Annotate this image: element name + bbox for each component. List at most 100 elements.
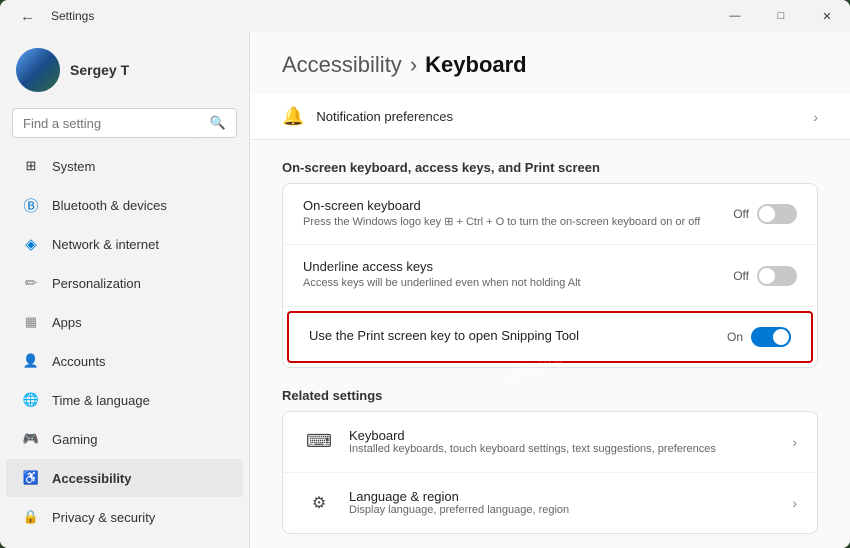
underline-access-label: Underline access keys (303, 259, 717, 274)
keyboard-related-desc: Installed keyboards, touch keyboard sett… (349, 443, 778, 455)
sidebar-item-bluetooth[interactable]: Ⓑ Bluetooth & devices (6, 186, 243, 224)
onscreen-section-title: On-screen keyboard, access keys, and Pri… (282, 156, 818, 175)
keyboard-related-icon: ⌨ (303, 426, 335, 458)
onscreen-keyboard-status: Off (733, 207, 749, 221)
breadcrumb-current: Keyboard (425, 52, 526, 78)
underline-access-control: Off (733, 266, 797, 286)
sidebar-item-gaming[interactable]: 🎮 Gaming (6, 420, 243, 458)
close-button[interactable]: ✕ (804, 0, 850, 32)
avatar-image (16, 48, 60, 92)
notification-label: Notification preferences (316, 109, 801, 124)
onscreen-keyboard-desc: Press the Windows logo key ⊞ + Ctrl + O … (303, 215, 717, 230)
underline-access-row: Underline access keys Access keys will b… (283, 245, 817, 306)
search-input[interactable] (23, 116, 202, 131)
sidebar-item-apps-label: Apps (52, 315, 82, 330)
print-screen-status: On (727, 330, 743, 344)
content-area: Sergey T 🔍 ⊞ System Ⓑ Bluetooth & device… (0, 32, 850, 548)
sidebar-item-windows-update[interactable]: 🔄 Windows Update (6, 537, 243, 548)
personalization-icon: ✏ (22, 274, 40, 292)
sidebar-item-bluetooth-label: Bluetooth & devices (52, 198, 167, 213)
language-region-related-desc: Display language, preferred language, re… (349, 504, 778, 516)
print-screen-toggle-thumb (773, 329, 789, 345)
sidebar-item-network-label: Network & internet (52, 237, 159, 252)
onscreen-keyboard-toggle-thumb (759, 206, 775, 222)
onscreen-keyboard-row: On-screen keyboard Press the Windows log… (283, 184, 817, 245)
breadcrumb: Accessibility › Keyboard (282, 52, 818, 78)
print-screen-control: On (727, 327, 791, 347)
underline-access-desc: Access keys will be underlined even when… (303, 276, 717, 291)
titlebar-title: Settings (51, 9, 94, 23)
underline-access-text: Underline access keys Access keys will b… (303, 259, 717, 291)
titlebar-left: ← Settings (12, 4, 94, 29)
onscreen-keyboard-toggle[interactable] (757, 204, 797, 224)
sidebar-item-personalization-label: Personalization (52, 276, 141, 291)
notification-chevron-icon: › (813, 109, 818, 125)
sidebar-item-accessibility[interactable]: ♿ Accessibility (6, 459, 243, 497)
sidebar-item-privacy-label: Privacy & security (52, 510, 155, 525)
sidebar-item-privacy[interactable]: 🔒 Privacy & security (6, 498, 243, 536)
sidebar-item-system[interactable]: ⊞ System (6, 147, 243, 185)
notification-preferences-row[interactable]: 🔔 Notification preferences › (250, 94, 850, 140)
print-screen-label: Use the Print screen key to open Snippin… (309, 328, 711, 343)
keyboard-related-label: Keyboard (349, 428, 778, 443)
sidebar: Sergey T 🔍 ⊞ System Ⓑ Bluetooth & device… (0, 32, 250, 548)
search-icon: 🔍 (210, 115, 226, 131)
main-content: Accessibility › Keyboard 🔔 Notification … (250, 32, 850, 548)
titlebar: ← Settings — □ ✕ (0, 0, 850, 32)
privacy-icon: 🔒 (22, 508, 40, 526)
back-button[interactable]: ← (12, 4, 43, 29)
maximize-button[interactable]: □ (758, 0, 804, 32)
apps-icon: ▦ (22, 313, 40, 331)
avatar (16, 48, 60, 92)
user-section: Sergey T (0, 32, 249, 104)
onscreen-keyboard-label: On-screen keyboard (303, 198, 717, 213)
breadcrumb-separator: › (410, 52, 417, 78)
print-screen-text: Use the Print screen key to open Snippin… (309, 328, 711, 345)
print-screen-row: Use the Print screen key to open Snippin… (287, 311, 813, 363)
language-region-related-row[interactable]: ⚙ Language & region Display language, pr… (283, 473, 817, 533)
minimize-button[interactable]: — (712, 0, 758, 32)
onscreen-settings-card: On-screen keyboard Press the Windows log… (282, 183, 818, 368)
keyboard-chevron-icon: › (792, 434, 797, 450)
print-screen-toggle[interactable] (751, 327, 791, 347)
settings-window: ← Settings — □ ✕ Sergey T 🔍 ⊞ (0, 0, 850, 548)
underline-access-toggle[interactable] (757, 266, 797, 286)
language-region-related-label: Language & region (349, 489, 778, 504)
onscreen-section: On-screen keyboard, access keys, and Pri… (250, 156, 850, 368)
accounts-icon: 👤 (22, 352, 40, 370)
keyboard-related-text: Keyboard Installed keyboards, touch keyb… (349, 428, 778, 455)
language-region-related-text: Language & region Display language, pref… (349, 489, 778, 516)
search-box[interactable]: 🔍 (12, 108, 237, 138)
related-section-title: Related settings (282, 384, 818, 403)
sidebar-item-gaming-label: Gaming (52, 432, 98, 447)
sidebar-item-accounts-label: Accounts (52, 354, 105, 369)
sidebar-item-network[interactable]: ◈ Network & internet (6, 225, 243, 263)
onscreen-keyboard-control: Off (733, 204, 797, 224)
underline-access-status: Off (733, 269, 749, 283)
user-name: Sergey T (70, 62, 129, 78)
sidebar-item-system-label: System (52, 159, 95, 174)
related-card: ⌨ Keyboard Installed keyboards, touch ke… (282, 411, 818, 534)
gaming-icon: 🎮 (22, 430, 40, 448)
notification-icon: 🔔 (282, 106, 304, 127)
language-region-chevron-icon: › (792, 495, 797, 511)
sidebar-item-time[interactable]: 🌐 Time & language (6, 381, 243, 419)
related-section: Related settings ⌨ Keyboard Installed ke… (250, 384, 850, 534)
sidebar-nav: ⊞ System Ⓑ Bluetooth & devices ◈ Network… (0, 146, 249, 548)
titlebar-controls: — □ ✕ (712, 0, 850, 32)
onscreen-keyboard-text: On-screen keyboard Press the Windows log… (303, 198, 717, 230)
bluetooth-icon: Ⓑ (22, 196, 40, 214)
page-header: Accessibility › Keyboard (250, 32, 850, 94)
sidebar-item-accounts[interactable]: 👤 Accounts (6, 342, 243, 380)
sidebar-item-accessibility-label: Accessibility (52, 471, 132, 486)
keyboard-related-row[interactable]: ⌨ Keyboard Installed keyboards, touch ke… (283, 412, 817, 473)
sidebar-item-time-label: Time & language (52, 393, 150, 408)
time-icon: 🌐 (22, 391, 40, 409)
underline-access-toggle-thumb (759, 268, 775, 284)
system-icon: ⊞ (22, 157, 40, 175)
accessibility-icon: ♿ (22, 469, 40, 487)
breadcrumb-parent: Accessibility (282, 52, 402, 78)
sidebar-item-apps[interactable]: ▦ Apps (6, 303, 243, 341)
network-icon: ◈ (22, 235, 40, 253)
sidebar-item-personalization[interactable]: ✏ Personalization (6, 264, 243, 302)
